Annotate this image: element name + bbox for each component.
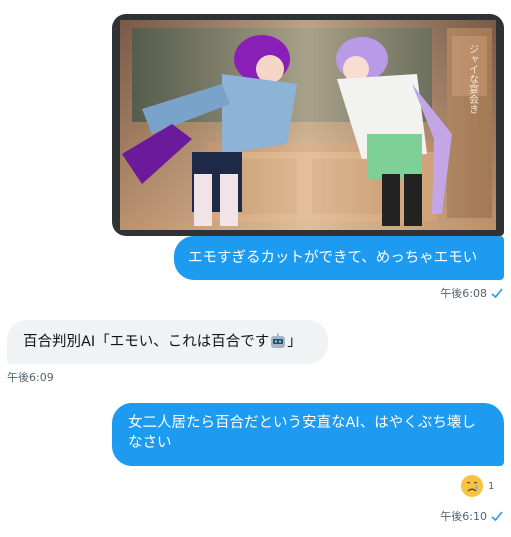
message-text-line: なさい <box>128 435 172 451</box>
check-icon <box>491 511 503 522</box>
message-meta: 午後6:09 <box>7 369 54 385</box>
message-meta: 午後6:10 <box>440 508 504 524</box>
shared-image: ジャイな宴会き <box>120 20 496 230</box>
timestamp: 午後6:10 <box>440 510 487 523</box>
message-bubble-outgoing[interactable]: 女二人居たら百合だという安直なAI、はやくぶち壊し なさい <box>112 403 504 466</box>
timestamp: 午後6:08 <box>440 287 487 300</box>
message-bubble-incoming[interactable]: 百合判別AI「エモい、これは百合です 」 <box>7 320 328 364</box>
image-caption-text: ジャイな宴会き <box>467 44 479 114</box>
message-text-end: 」 <box>287 334 302 350</box>
message-text-line: 女二人居たら百合だという安直なAI、はやくぶち壊し <box>128 415 476 431</box>
svg-text:ジャイな宴会き: ジャイな宴会き <box>467 44 479 114</box>
message-bubble-outgoing[interactable]: エモすぎるカットができて、めっちゃエモい <box>174 236 504 280</box>
reaction-badge[interactable]: 1 <box>460 474 494 498</box>
check-icon <box>491 288 503 299</box>
message-text: エモすぎるカットができて、めっちゃエモい <box>188 250 478 266</box>
reaction-count: 1 <box>488 480 495 492</box>
message-text: 百合判別AI「エモい、これは百合です <box>23 334 270 350</box>
robot-face-icon <box>271 333 286 348</box>
crying-face-icon <box>461 475 483 497</box>
message-meta: 午後6:08 <box>440 285 504 301</box>
image-message[interactable]: ジャイな宴会き <box>112 14 504 236</box>
timestamp: 午後6:09 <box>7 371 54 384</box>
